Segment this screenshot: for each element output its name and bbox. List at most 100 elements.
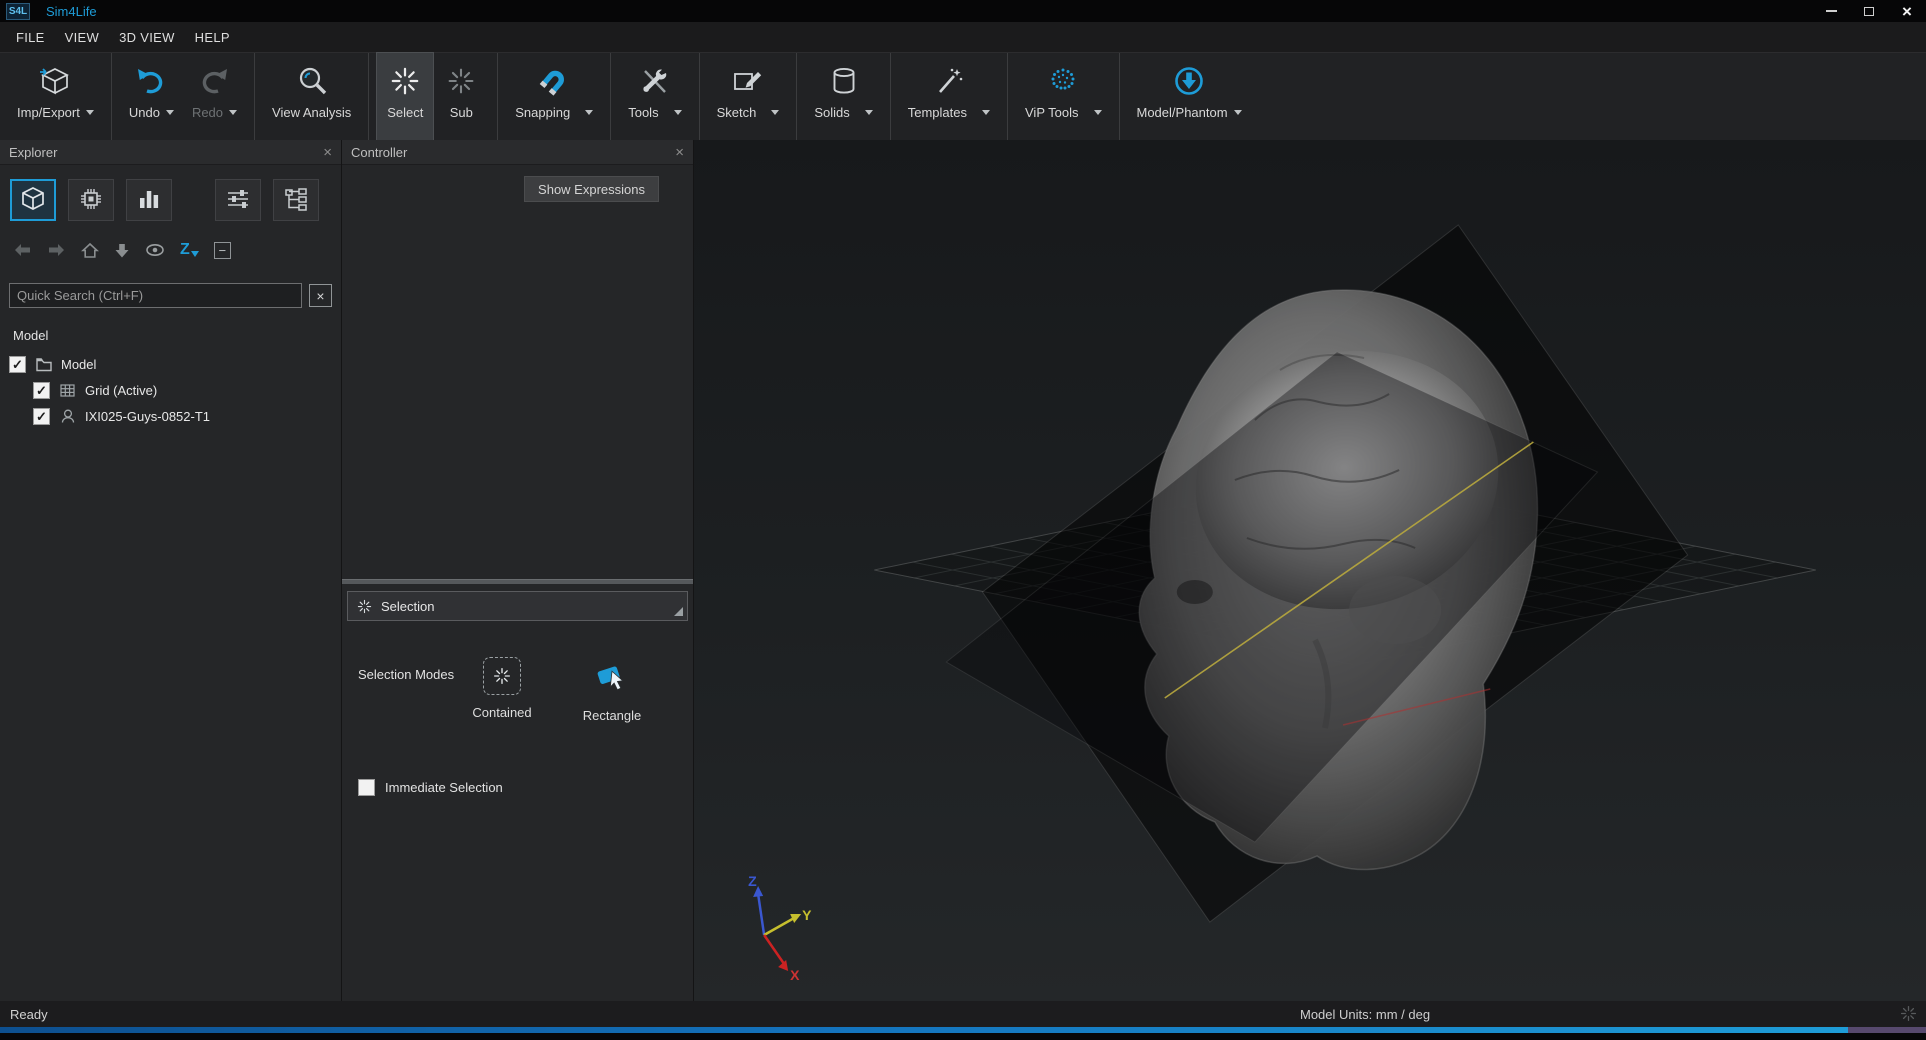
immediate-selection-checkbox[interactable]: ✓ — [358, 779, 375, 796]
selection-section-header[interactable]: Selection — [347, 591, 688, 621]
toolbar-group-tools: Tools — [611, 53, 699, 140]
explorer-tab-row — [10, 179, 331, 221]
explorer-nav-row: Z − — [13, 239, 341, 261]
view-analysis-button[interactable]: View Analysis — [263, 53, 360, 140]
tools-button[interactable]: Tools — [619, 53, 690, 140]
immediate-selection-row: ✓ Immediate Selection — [358, 779, 693, 796]
sketch-button[interactable]: Sketch — [708, 53, 789, 140]
close-button[interactable]: × — [1888, 0, 1926, 22]
explorer-panel-header: Explorer × — [0, 140, 341, 165]
redo-label: Redo — [192, 105, 223, 120]
chevron-down-icon[interactable] — [865, 110, 873, 115]
viewport-3d[interactable]: Z Y X — [694, 140, 1926, 1001]
axis-triad: Z Y X — [748, 873, 812, 983]
chevron-down-icon[interactable] — [585, 110, 593, 115]
toolbar-group-templates: Templates — [891, 53, 1008, 140]
axis-z-label: Z — [748, 873, 757, 889]
chevron-down-icon[interactable] — [86, 110, 94, 115]
checkbox[interactable]: ✓ — [33, 408, 50, 425]
contained-burst-icon — [483, 657, 521, 695]
tree-item-label: Model — [61, 357, 96, 372]
close-icon: × — [1902, 3, 1912, 20]
snapping-button[interactable]: Snapping — [506, 53, 602, 140]
chevron-down-icon[interactable] — [1094, 110, 1102, 115]
cylinder-icon — [828, 64, 860, 98]
controller-panel: Controller × Show Expressions Selection — [342, 140, 694, 1001]
toolbar-group-view-analysis: View Analysis — [255, 53, 369, 140]
chevron-down-icon[interactable] — [982, 110, 990, 115]
menubar: FILE VIEW 3D VIEW HELP — [0, 22, 1926, 52]
solids-label: Solids — [814, 105, 849, 120]
eye-icon[interactable] — [145, 242, 165, 258]
tab-properties[interactable] — [215, 179, 261, 221]
show-expressions-button[interactable]: Show Expressions — [524, 176, 659, 202]
tree-item-model[interactable]: ✓ Model — [0, 351, 341, 377]
home-icon[interactable] — [81, 242, 99, 259]
snapping-label: Snapping — [515, 105, 570, 120]
sketch-icon — [732, 64, 764, 98]
chevron-down-icon[interactable] — [771, 110, 779, 115]
tree-item-label: Grid (Active) — [85, 383, 157, 398]
menu-help[interactable]: HELP — [185, 26, 240, 49]
chevron-down-icon[interactable] — [674, 110, 682, 115]
select-burst-icon — [390, 64, 420, 98]
menu-view[interactable]: VIEW — [55, 26, 109, 49]
rectangle-select-icon — [593, 657, 631, 698]
tab-simulation[interactable] — [68, 179, 114, 221]
view-analysis-icon — [296, 64, 328, 98]
clear-icon: × — [316, 289, 324, 303]
tree-item-grid[interactable]: ✓ Grid (Active) — [0, 377, 341, 403]
selection-modes: Selection Modes Contained — [358, 657, 693, 723]
templates-button[interactable]: Templates — [899, 53, 999, 140]
mode-rectangle-label: Rectangle — [583, 708, 642, 723]
selection-modes-label: Selection Modes — [358, 657, 456, 723]
search-input[interactable] — [9, 283, 302, 308]
tab-hierarchy[interactable] — [273, 179, 319, 221]
tab-analysis[interactable] — [126, 179, 172, 221]
menu-file[interactable]: FILE — [6, 26, 55, 49]
vip-tools-button[interactable]: ViP Tools — [1016, 53, 1111, 140]
bar-chart-icon — [136, 186, 162, 215]
toolbar: Imp/Export Undo — [0, 52, 1926, 140]
mode-contained[interactable]: Contained — [456, 657, 548, 723]
imp-export-button[interactable]: Imp/Export — [8, 53, 103, 140]
back-arrow-icon[interactable] — [13, 242, 32, 258]
wand-icon — [933, 64, 965, 98]
close-icon[interactable]: × — [323, 145, 332, 160]
maximize-icon — [1864, 7, 1874, 16]
statusbar: Ready Model Units: mm / deg — [0, 1001, 1926, 1027]
mode-rectangle[interactable]: Rectangle — [566, 657, 658, 723]
menu-3d-view[interactable]: 3D VIEW — [109, 26, 185, 49]
tab-model[interactable] — [10, 179, 56, 221]
checkbox[interactable]: ✓ — [9, 356, 26, 373]
down-arrow-icon[interactable] — [114, 242, 130, 259]
chevron-down-icon[interactable] — [229, 110, 237, 115]
sort-z-icon[interactable]: Z — [180, 242, 199, 258]
imp-export-label: Imp/Export — [17, 105, 80, 120]
maximize-button[interactable] — [1850, 0, 1888, 22]
forward-arrow-icon[interactable] — [47, 242, 66, 258]
controller-panel-header: Controller × — [342, 140, 693, 165]
toolbar-group-select: Select Sub — [369, 53, 498, 140]
clear-search-button[interactable]: × — [309, 284, 332, 307]
minimize-button[interactable] — [1812, 0, 1850, 22]
checkbox[interactable]: ✓ — [33, 382, 50, 399]
mode-contained-label: Contained — [472, 705, 531, 720]
redo-button[interactable]: Redo — [183, 53, 246, 140]
controller-panel-title: Controller — [351, 145, 407, 160]
close-icon[interactable]: × — [675, 145, 684, 160]
undo-button[interactable]: Undo — [120, 53, 183, 140]
chevron-down-icon[interactable] — [166, 110, 174, 115]
chevron-down-icon[interactable] — [1234, 110, 1242, 115]
select-button[interactable]: Select — [377, 53, 433, 140]
status-text: Ready — [10, 1007, 48, 1022]
cube-icon — [20, 186, 46, 215]
vip-tools-label: ViP Tools — [1025, 105, 1079, 120]
tree-item-ixi025[interactable]: ✓ IXI025-Guys-0852-T1 — [0, 403, 341, 429]
model-phantom-button[interactable]: Model/Phantom — [1128, 53, 1251, 140]
app-logo-icon: S4L — [6, 3, 30, 20]
collapse-all-icon[interactable]: − — [214, 242, 231, 259]
window-bottom-edge — [0, 1033, 1926, 1040]
sub-button[interactable]: Sub — [433, 53, 489, 140]
solids-button[interactable]: Solids — [805, 53, 881, 140]
